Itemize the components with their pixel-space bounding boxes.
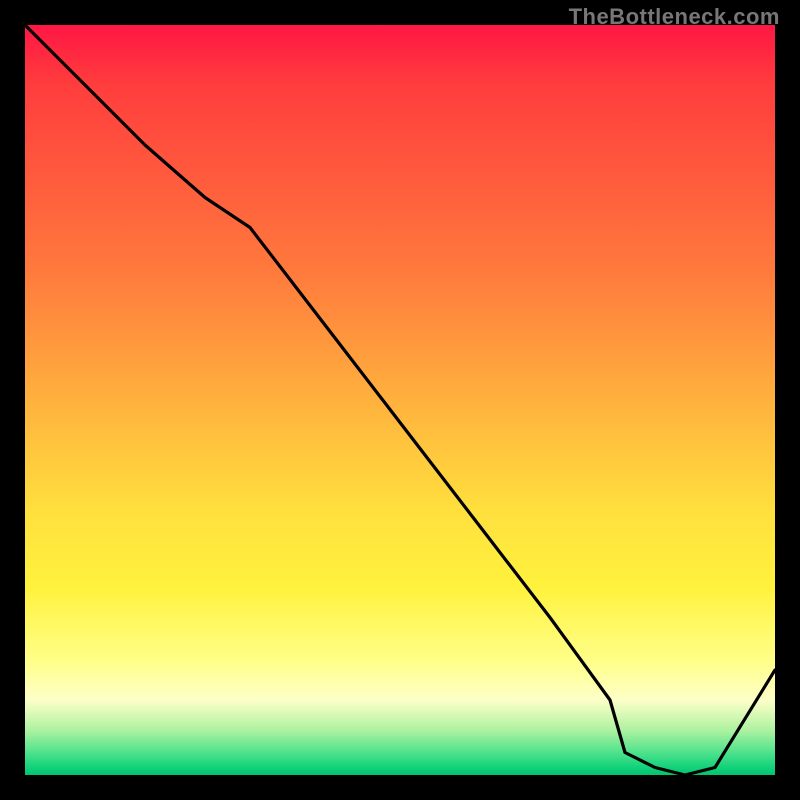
chart-container: TheBottleneck.com <box>0 0 800 800</box>
plot-area <box>25 25 775 775</box>
bottleneck-curve <box>25 25 775 775</box>
